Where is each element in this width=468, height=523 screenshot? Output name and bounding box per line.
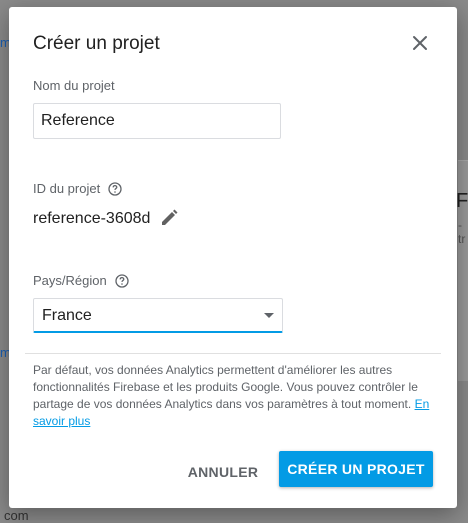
project-id-label: ID du projet — [33, 181, 101, 196]
dropdown-arrow-icon — [264, 313, 274, 318]
background-domain-text: com — [4, 508, 29, 523]
help-circle-icon[interactable] — [108, 182, 122, 196]
help-circle-icon[interactable] — [115, 274, 129, 288]
project-name-input[interactable] — [33, 103, 281, 139]
pencil-icon[interactable] — [159, 208, 179, 228]
analytics-note: Par défaut, vos données Analytics permet… — [33, 362, 433, 430]
cancel-button[interactable]: ANNULER — [179, 455, 267, 489]
analytics-note-text: Par défaut, vos données Analytics permet… — [33, 363, 418, 411]
create-project-dialog: Créer un projet Nom du projet ID du proj… — [9, 7, 457, 508]
region-select[interactable]: France — [33, 298, 283, 333]
create-project-button[interactable]: CRÉER UN PROJET — [279, 451, 433, 487]
project-id-value: reference-3608d — [33, 210, 151, 227]
background-card-subtitle: -tr — [458, 218, 466, 246]
close-icon[interactable] — [410, 33, 430, 53]
background-card-title: FI — [456, 190, 468, 212]
region-selected-value: France — [42, 307, 92, 324]
dialog-title: Créer un projet — [33, 33, 160, 54]
region-label: Pays/Région — [33, 273, 107, 288]
divider — [25, 353, 441, 354]
project-name-label: Nom du projet — [33, 78, 115, 93]
